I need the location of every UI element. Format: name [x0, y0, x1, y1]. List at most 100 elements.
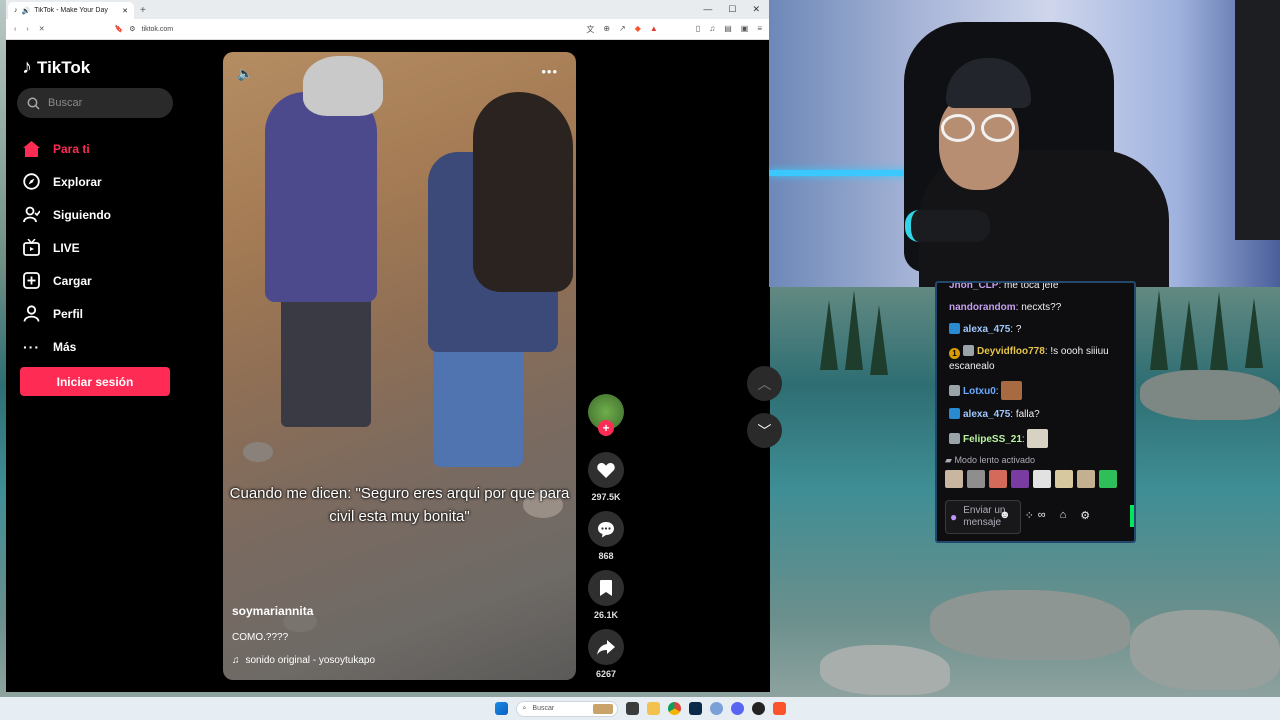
close-tab-icon[interactable]: ✕: [122, 7, 128, 15]
microphone-icon[interactable]: ●: [950, 510, 957, 524]
nav-item-para-ti[interactable]: Para ti: [23, 132, 111, 165]
nav-item-cargar[interactable]: Cargar: [23, 264, 111, 297]
nav-item-mas[interactable]: ··· Más: [23, 330, 111, 363]
stop-loading-icon[interactable]: ✕: [39, 25, 45, 33]
comment-button[interactable]: [588, 511, 624, 547]
emote-option[interactable]: [967, 470, 985, 488]
toolbar-icons: 文 ⊕ ↗ ◆ ▲ ▯ ♫ ▤ ▣ ≡: [586, 24, 762, 35]
wallpaper-rock: [930, 590, 1130, 660]
video-caption-overlay: Cuando me dicen: "Seguro eres arqui por …: [229, 485, 570, 525]
chat-username[interactable]: Lotxu0: [963, 386, 996, 397]
bookmark-icon[interactable]: 🔖: [115, 25, 124, 33]
nav-label: LIVE: [53, 240, 80, 255]
emoji-icon[interactable]: ☻: [999, 509, 1011, 522]
nav-label: Cargar: [53, 273, 92, 288]
follow-plus-icon[interactable]: +: [598, 420, 614, 436]
taskbar-search[interactable]: ⌕ Buscar: [515, 700, 618, 717]
chat-username[interactable]: Deyvidfloo778: [977, 346, 1045, 357]
chat-username[interactable]: nandorandom: [949, 302, 1016, 313]
chat-username[interactable]: alexa_475: [963, 324, 1010, 335]
settings-icon[interactable]: ⚙: [1080, 509, 1090, 522]
chat-message: FelipeSS_21:: [937, 429, 1134, 448]
sidebar-icon[interactable]: ▯: [696, 24, 700, 35]
volume-icon[interactable]: 🔈: [237, 66, 253, 82]
app-icon[interactable]: [709, 702, 723, 715]
video-player[interactable]: 🔈 ••• Cuando me dicen: "Seguro eres arqu…: [223, 52, 576, 680]
windows-taskbar: ⌕ Buscar: [0, 697, 1280, 720]
streamer-glasses: [941, 114, 1031, 144]
file-explorer-icon[interactable]: [646, 702, 660, 715]
video-sound[interactable]: ♫ sonido original - yosoytukapo: [232, 655, 375, 666]
chrome-icon[interactable]: [667, 702, 681, 715]
emote-option[interactable]: [1099, 470, 1117, 488]
search-input[interactable]: Buscar: [17, 88, 173, 118]
back-icon[interactable]: ‹: [14, 26, 16, 33]
compass-icon: [23, 173, 40, 190]
address-bar: ‹ › ✕ 🔖 ⚙ tiktok.com 文 ⊕ ↗ ◆ ▲ ▯ ♫ ▤ ▣ ≡: [6, 19, 770, 40]
url-text[interactable]: tiktok.com: [142, 26, 174, 33]
emote-option[interactable]: [945, 470, 963, 488]
chevron-down-icon: ﹀: [757, 422, 772, 439]
browser-tab[interactable]: ♪ 🔊 TikTok - Make Your Day ✕: [8, 2, 134, 19]
following-icon: [23, 206, 40, 223]
previous-video-button[interactable]: ︿: [747, 366, 782, 401]
chat-username[interactable]: FelipeSS_21: [963, 434, 1022, 445]
chat-username[interactable]: Jhon_CLP: [949, 283, 998, 291]
obs-icon[interactable]: [751, 702, 765, 715]
next-video-button[interactable]: ﹀: [747, 413, 782, 448]
rewards-icon[interactable]: ▲: [650, 24, 658, 35]
nav-item-live[interactable]: LIVE: [23, 231, 111, 264]
save-button[interactable]: [588, 570, 624, 606]
forward-icon[interactable]: ›: [26, 26, 28, 33]
photoshop-icon[interactable]: [688, 702, 702, 715]
site-info-icon[interactable]: ⚙: [129, 25, 135, 33]
emote-option[interactable]: [1011, 470, 1029, 488]
emote-picker-row: [937, 466, 1134, 492]
wallet-icon[interactable]: ▣: [741, 24, 749, 35]
video-figure-legs: [281, 297, 371, 427]
url-field[interactable]: 🔖 ⚙ tiktok.com: [115, 25, 174, 34]
nav-item-siguiendo[interactable]: Siguiendo: [23, 198, 111, 231]
extensions-icon[interactable]: ▤: [724, 24, 732, 35]
video-stone: [243, 442, 273, 462]
emote-option[interactable]: [989, 470, 1007, 488]
creator-avatar[interactable]: +: [588, 394, 624, 436]
emote-option[interactable]: [1055, 470, 1073, 488]
chevron-up-icon: ︿: [757, 375, 772, 392]
login-button[interactable]: Iniciar sesión: [20, 367, 170, 396]
chat-message: 1 Deyvidfloo778: !s oooh siiiuu escanealo: [937, 344, 1134, 374]
discord-icon[interactable]: [730, 702, 744, 715]
chat-username[interactable]: alexa_475: [963, 409, 1010, 420]
share-button[interactable]: [588, 629, 624, 665]
tiktok-logo[interactable]: ♪ TikTok: [22, 56, 90, 79]
nav-label: Explorar: [53, 174, 102, 189]
points-icon[interactable]: ⁘: [1025, 509, 1034, 522]
windows-start-icon[interactable]: [494, 702, 508, 715]
share-icon[interactable]: ↗: [619, 24, 626, 35]
brave-icon[interactable]: [772, 702, 786, 715]
new-tab-button[interactable]: +: [140, 5, 146, 19]
zoom-icon[interactable]: ⊕: [603, 24, 610, 35]
minimize-icon[interactable]: —: [703, 4, 712, 15]
video-figure-hair: [473, 92, 573, 292]
task-view-icon[interactable]: [625, 702, 639, 715]
like-button[interactable]: [588, 452, 624, 488]
maximize-icon[interactable]: ☐: [728, 4, 736, 15]
nav-item-explorar[interactable]: Explorar: [23, 165, 111, 198]
close-window-icon[interactable]: ✕: [752, 4, 760, 15]
wallpaper-tree: [845, 290, 863, 370]
infinity-icon[interactable]: ∞: [1038, 509, 1046, 522]
live-icon: [23, 239, 40, 256]
translate-icon[interactable]: 文: [586, 24, 594, 35]
video-username[interactable]: soymariannita: [232, 604, 313, 618]
audio-playing-icon[interactable]: 🔊: [22, 7, 31, 15]
emote-option[interactable]: [1077, 470, 1095, 488]
store-icon[interactable]: ⌂: [1060, 509, 1067, 522]
shields-icon[interactable]: ◆: [635, 24, 641, 35]
media-icon[interactable]: ♫: [709, 24, 715, 35]
video-more-icon[interactable]: •••: [541, 64, 558, 79]
nav-item-perfil[interactable]: Perfil: [23, 297, 111, 330]
wallpaper-tree: [1245, 298, 1263, 368]
menu-icon[interactable]: ≡: [757, 24, 762, 35]
emote-option[interactable]: [1033, 470, 1051, 488]
